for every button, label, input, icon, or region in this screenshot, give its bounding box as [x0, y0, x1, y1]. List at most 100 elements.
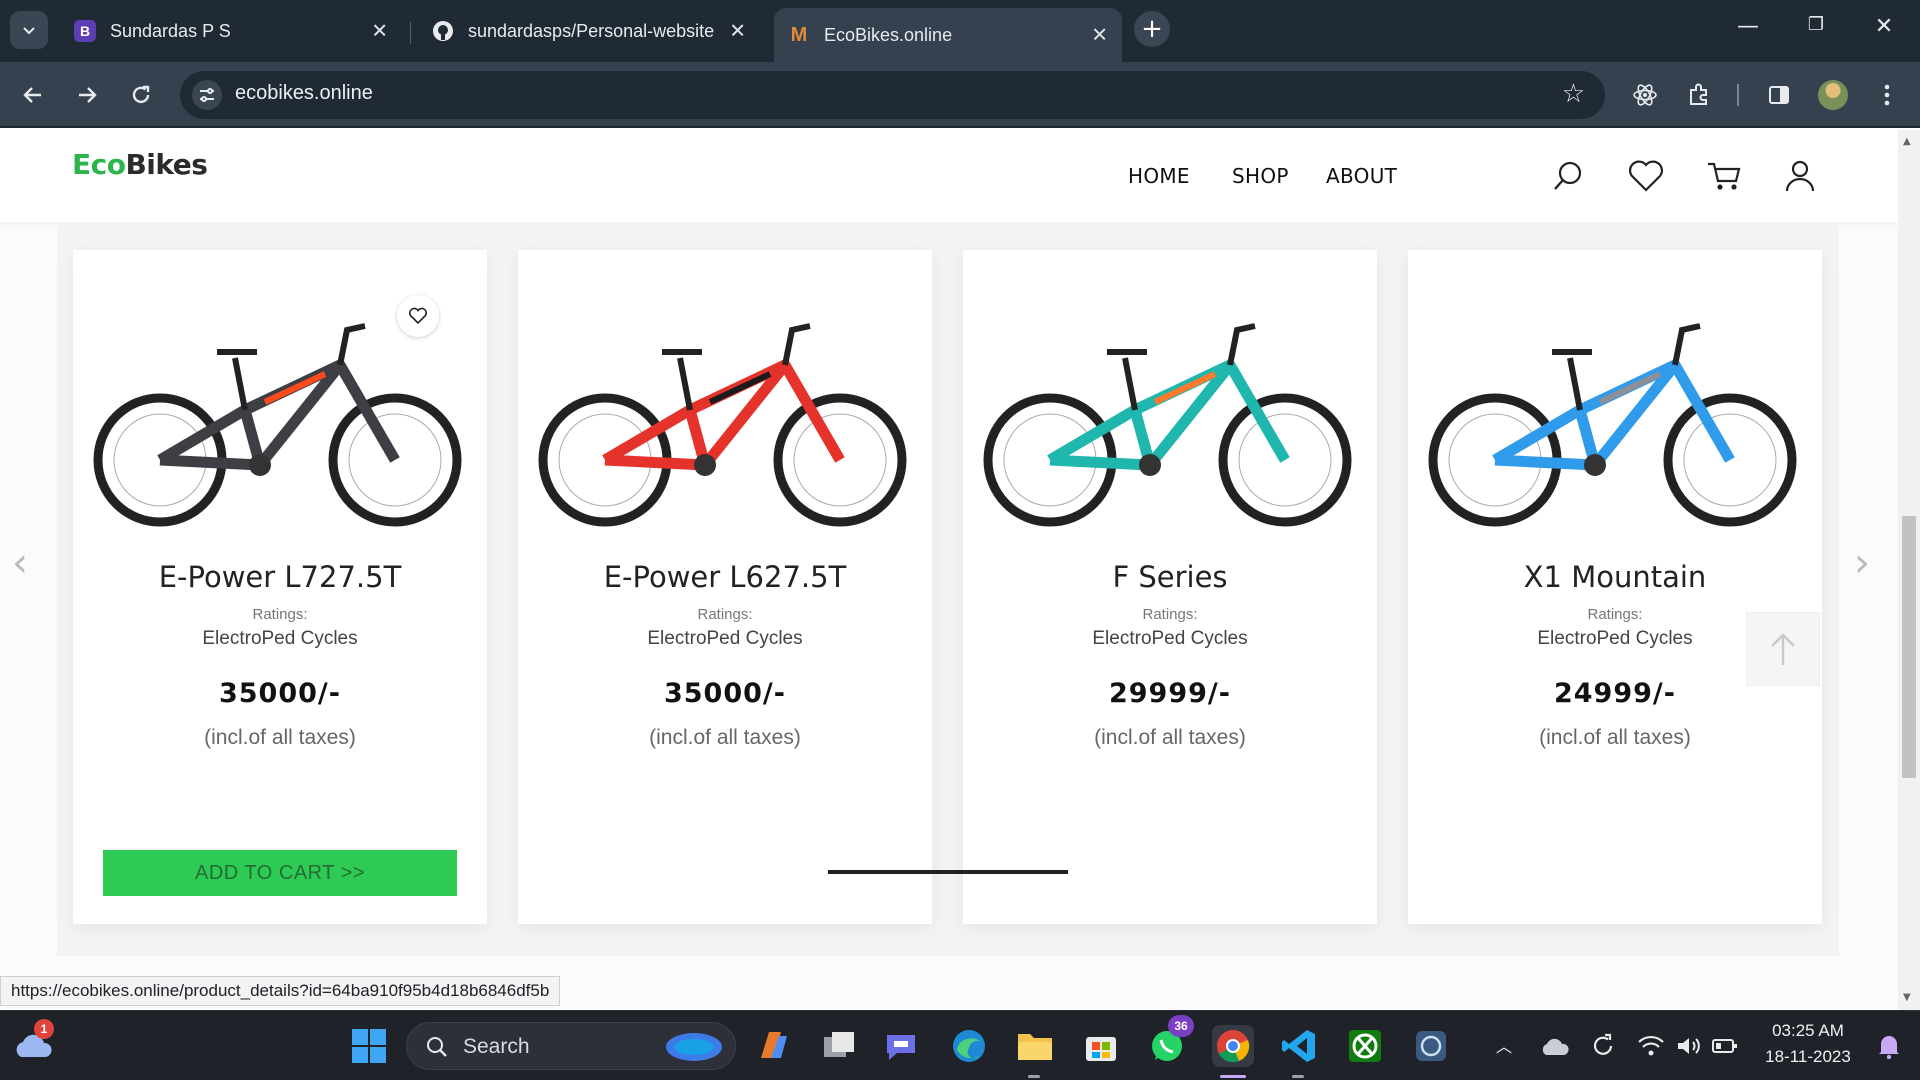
product-brand: ElectroPed Cycles	[1092, 628, 1248, 649]
carousel-next-arrow-icon[interactable]: ›	[1854, 540, 1870, 586]
xbox-icon[interactable]	[1344, 1025, 1386, 1067]
nav-about[interactable]: ABOUT	[1326, 164, 1397, 188]
new-tab-button[interactable]: +	[1134, 11, 1170, 47]
site-info-icon[interactable]	[192, 80, 222, 110]
profile-avatar[interactable]	[1818, 80, 1848, 110]
product-name[interactable]: X1 Mountain	[1408, 560, 1822, 594]
tax-note: (incl.of all taxes)	[1539, 726, 1691, 749]
search-icon	[427, 1037, 447, 1057]
clock-date[interactable]: 18-11-2023	[1756, 1047, 1860, 1067]
scroll-to-top-button[interactable]	[1746, 612, 1820, 686]
tab-sundardas[interactable]: B Sundardas P S ✕	[60, 8, 402, 54]
onedrive-icon[interactable]	[1534, 1025, 1576, 1067]
product-card[interactable]: E-Power L627.5T Ratings: ElectroPed Cycl…	[518, 250, 932, 924]
edge-icon[interactable]	[948, 1025, 990, 1067]
site-header: EcoBikes HOME SHOP ABOUT	[0, 130, 1898, 222]
bike-image[interactable]	[530, 290, 920, 550]
copilot-icon	[666, 1033, 722, 1061]
product-name[interactable]: E-Power L627.5T	[518, 560, 932, 594]
start-windows-icon[interactable]	[348, 1025, 390, 1067]
arrow-up-icon	[1771, 633, 1795, 665]
task-view-icon[interactable]	[818, 1025, 860, 1067]
github-icon	[432, 20, 454, 42]
tab-github[interactable]: sundardasps/Personal-website ✕	[418, 8, 760, 54]
more-menu-icon[interactable]	[1868, 76, 1906, 114]
product-card[interactable]: X1 Mountain Ratings: ElectroPed Cycles 2…	[1408, 250, 1822, 924]
whatsapp-badge: 36	[1168, 1015, 1194, 1037]
windows-taskbar: 1 Search 36 ︿ 03:25 AM 18-11-2023	[0, 1010, 1920, 1080]
bookmark-star-icon[interactable]: ☆	[1562, 79, 1585, 109]
heart-icon[interactable]	[1626, 156, 1666, 196]
show-hidden-icons-chevron-icon[interactable]: ︿	[1496, 1033, 1512, 1057]
product-price: 35000/-	[218, 678, 341, 709]
microsoft-store-icon[interactable]	[1080, 1025, 1122, 1067]
cart-icon[interactable]	[1704, 156, 1744, 196]
sync-icon[interactable]	[1582, 1025, 1624, 1067]
forward-button[interactable]	[68, 76, 106, 114]
extension-react-icon[interactable]	[1626, 76, 1664, 114]
add-to-cart-button[interactable]: ADD TO CART >>	[103, 850, 457, 896]
carousel-prev-arrow-icon[interactable]: ‹	[12, 540, 28, 586]
footer-divider	[828, 870, 1068, 874]
logo-bikes: Bikes	[125, 148, 208, 181]
taskbar-search-label: Search	[463, 1035, 530, 1058]
tax-note: (incl.of all taxes)	[1094, 726, 1246, 749]
back-button[interactable]	[14, 76, 52, 114]
product-card[interactable]: E-Power L727.5T Ratings: ElectroPed Cycl…	[73, 250, 487, 924]
scrollbar-thumb[interactable]	[1902, 516, 1916, 778]
user-icon[interactable]	[1780, 156, 1820, 196]
ratings-label: Ratings:	[252, 606, 308, 623]
restore-button[interactable]: ❐	[1796, 14, 1836, 35]
scroll-up-icon[interactable]: ▲	[1903, 136, 1911, 147]
arrow-left-icon	[23, 87, 41, 103]
ratings-label: Ratings:	[1142, 606, 1198, 623]
address-bar[interactable]: ecobikes.online ☆	[180, 71, 1605, 119]
vscode-icon[interactable]	[1278, 1025, 1320, 1067]
wifi-icon[interactable]	[1630, 1025, 1672, 1067]
clock-time[interactable]: 03:25 AM	[1756, 1021, 1860, 1041]
nav-shop[interactable]: SHOP	[1232, 164, 1289, 188]
product-name[interactable]: F Series	[963, 560, 1377, 594]
toolbar-separator	[1737, 84, 1739, 106]
notification-bell-icon[interactable]	[1868, 1025, 1910, 1067]
tab-title: sundardasps/Personal-website	[468, 20, 715, 41]
copilot-pre-icon[interactable]	[752, 1025, 794, 1067]
wishlist-button[interactable]	[397, 295, 439, 337]
nav-home[interactable]: HOME	[1128, 164, 1190, 188]
ratings-label: Ratings:	[697, 606, 753, 623]
url-text[interactable]: ecobikes.online	[235, 82, 373, 105]
tab-ecobikes[interactable]: M EcoBikes.online ✕	[774, 8, 1122, 62]
active-app-indicator	[1220, 1075, 1246, 1078]
weather-badge: 1	[34, 1019, 54, 1039]
chevron-down-icon	[23, 27, 35, 35]
site-logo[interactable]: EcoBikes	[72, 148, 208, 181]
running-indicator	[1028, 1075, 1040, 1078]
tax-note: (incl.of all taxes)	[649, 726, 801, 749]
taskbar-search-box[interactable]: Search	[406, 1022, 736, 1070]
extensions-puzzle-icon[interactable]	[1680, 76, 1718, 114]
page-scrollbar[interactable]: ▲ ▼	[1898, 130, 1920, 1010]
battery-icon[interactable]	[1704, 1025, 1746, 1067]
status-link-preview: https://ecobikes.online/product_details?…	[0, 976, 561, 1006]
product-price: 35000/-	[663, 678, 786, 709]
reload-button[interactable]	[122, 76, 160, 114]
file-explorer-icon[interactable]	[1014, 1025, 1056, 1067]
close-icon[interactable]: ✕	[729, 19, 746, 44]
side-panel-icon[interactable]	[1760, 76, 1798, 114]
bike-image[interactable]	[975, 290, 1365, 550]
close-icon[interactable]: ✕	[371, 19, 388, 44]
close-window-button[interactable]: ✕	[1864, 14, 1904, 39]
close-icon[interactable]: ✕	[1091, 23, 1108, 48]
tab-search-button[interactable]	[10, 11, 48, 49]
chrome-icon[interactable]	[1212, 1025, 1254, 1067]
bike-image[interactable]	[1420, 290, 1810, 550]
minimize-button[interactable]: —	[1728, 14, 1768, 39]
logo-eco: Eco	[72, 148, 126, 181]
scroll-down-icon[interactable]: ▼	[1903, 992, 1911, 1003]
app-icon[interactable]	[1410, 1025, 1452, 1067]
search-icon[interactable]	[1548, 156, 1588, 196]
browser-toolbar: ecobikes.online ☆	[0, 62, 1920, 128]
teams-chat-icon[interactable]	[880, 1025, 922, 1067]
product-card[interactable]: F Series Ratings: ElectroPed Cycles 2999…	[963, 250, 1377, 924]
product-name[interactable]: E-Power L727.5T	[73, 560, 487, 594]
